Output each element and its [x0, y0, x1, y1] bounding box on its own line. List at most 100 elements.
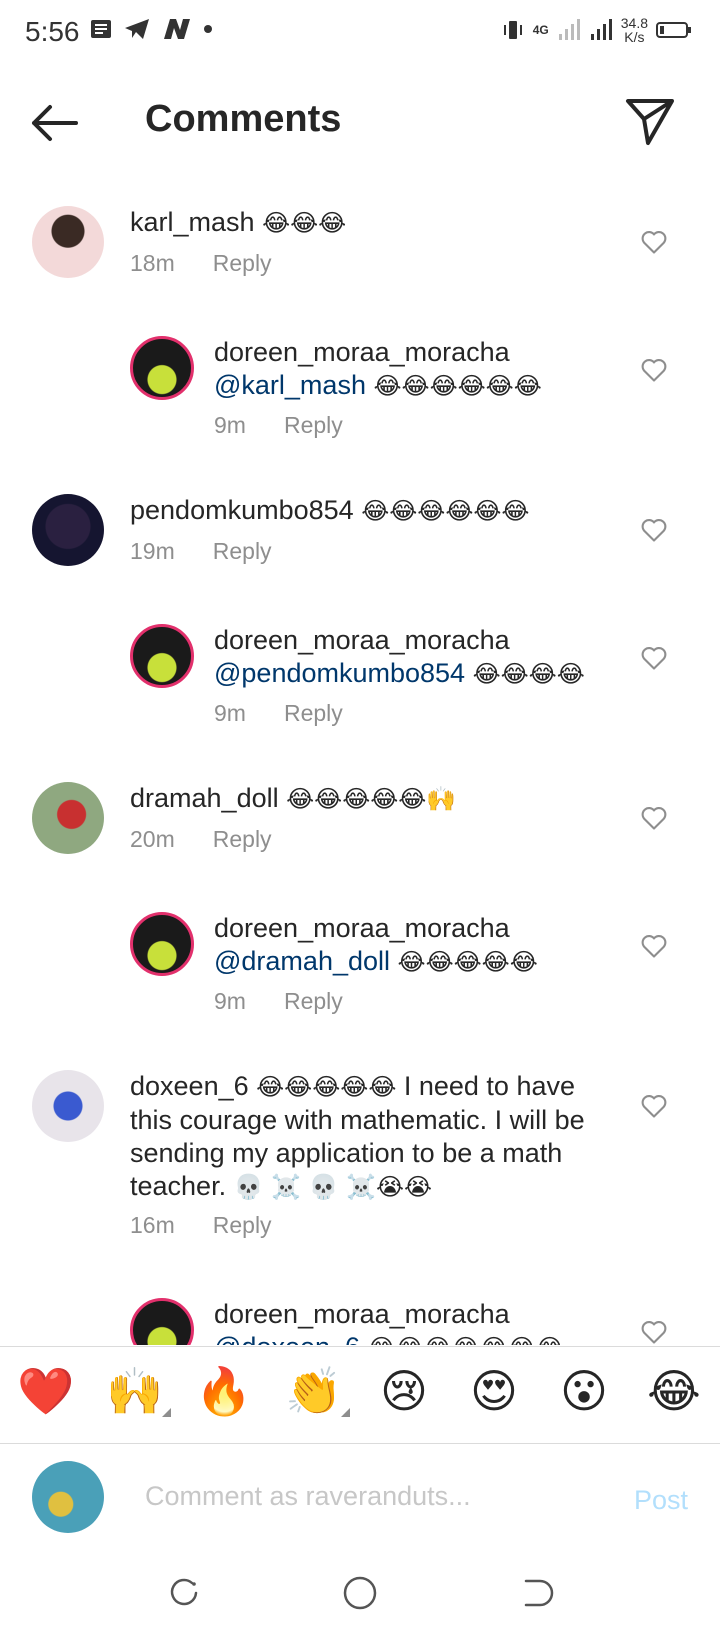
like-heart-icon[interactable] — [640, 804, 668, 832]
comment-emojis: 💀 ☠️ 💀 ☠️😭😭 — [233, 1173, 433, 1201]
notification-icon — [91, 20, 111, 38]
heart-reaction-button[interactable]: ❤️ — [16, 1361, 76, 1421]
laughing-reaction-button[interactable]: 😂 — [644, 1361, 704, 1421]
network-type: 4G — [532, 23, 549, 37]
comment-emojis: 😂😂😂 — [262, 209, 347, 237]
page-title: Comments — [145, 98, 342, 140]
status-bar: 5:56 4G 34.8 K/s — [0, 0, 720, 70]
comment-input[interactable]: Comment as raverandutѕ... — [145, 1481, 471, 1512]
comment-text: doxeen_6 😂😂😂😂😂 I need to have this coura… — [130, 1070, 630, 1204]
like-heart-icon[interactable] — [640, 1092, 668, 1120]
raised-hands-reaction-button[interactable]: 🙌 — [105, 1361, 171, 1421]
mention-link[interactable]: @dramah_doll — [214, 946, 390, 976]
avatar[interactable] — [32, 206, 104, 278]
avatar[interactable] — [32, 782, 104, 854]
like-heart-icon[interactable] — [640, 356, 668, 384]
comment-body-line: I need to have — [396, 1071, 575, 1101]
comment-body-line: this courage with mathematic. I will be — [130, 1105, 585, 1135]
like-heart-icon[interactable] — [640, 1318, 668, 1345]
comment-emojis: 😂😂😂😂😂😂 — [373, 372, 542, 400]
reply-button[interactable]: Reply — [284, 412, 343, 439]
comment-username[interactable]: dramah_doll — [130, 783, 279, 813]
network-speed: 34.8 K/s — [620, 15, 648, 45]
more-variants-icon — [162, 1408, 171, 1417]
quick-reaction-bar: ❤️ 🙌 🔥 👏 😢 😍 😮 😂 — [0, 1346, 720, 1444]
comment-time: 9m — [214, 412, 246, 438]
avatar[interactable] — [130, 336, 194, 400]
reply-button[interactable]: Reply — [213, 1212, 272, 1239]
vibrate-icon — [503, 21, 522, 39]
avatar[interactable] — [130, 912, 194, 976]
recent-apps-icon[interactable] — [166, 1575, 202, 1611]
avatar[interactable] — [130, 624, 194, 688]
signal-icon-1 — [558, 19, 580, 40]
status-time: 5:56 — [25, 16, 80, 47]
comment-time: 9m — [214, 700, 246, 726]
comment-text: doreen_moraa_moracha @doxeen_6 😂😂😂😂😂😂😂 — [214, 1298, 564, 1345]
comment-time: 9m — [214, 988, 246, 1014]
avatar[interactable] — [32, 494, 104, 566]
comment-meta: 19m Reply — [130, 538, 272, 565]
reply-item: doreen_moraa_moracha @dramah_doll 😂😂😂😂😂 … — [0, 912, 720, 1032]
reply-item: doreen_moraa_moracha @pendomkumbo854 😂😂😂… — [0, 624, 720, 744]
mention-link[interactable]: @pendomkumbo854 — [214, 658, 465, 688]
post-button[interactable]: Post — [634, 1485, 688, 1516]
fire-reaction-button[interactable]: 🔥 — [194, 1361, 254, 1421]
comment-text: dramah_doll 😂😂😂😂😂🙌 — [130, 782, 456, 816]
comment-body-line: teacher. — [130, 1171, 234, 1201]
header: Comments — [0, 75, 720, 175]
reply-button[interactable]: Reply — [213, 826, 272, 853]
comments-list[interactable]: karl_mash 😂😂😂 18m Reply doreen_moraa_mor… — [0, 190, 720, 1345]
heart-eyes-reaction-button[interactable]: 😍 — [464, 1361, 524, 1421]
like-heart-icon[interactable] — [640, 228, 668, 256]
comment-username[interactable]: doxeen_6 — [130, 1071, 249, 1101]
comment-text: doreen_moraa_moracha @dramah_doll 😂😂😂😂😂 — [214, 912, 538, 979]
comment-emojis: 😂😂😂😂 — [472, 660, 585, 688]
mention-link[interactable]: @doxeen_6 — [214, 1332, 360, 1345]
back-arrow-icon[interactable] — [28, 101, 80, 145]
like-heart-icon[interactable] — [640, 644, 668, 672]
reply-button[interactable]: Reply — [284, 700, 343, 727]
comment-emojis: 😂😂😂😂😂😂😂 — [368, 1334, 564, 1345]
telegram-icon — [125, 19, 149, 39]
comment-username[interactable]: doreen_moraa_moracha — [214, 336, 542, 369]
back-nav-icon[interactable] — [518, 1575, 554, 1611]
comment-username[interactable]: doreen_moraa_moracha — [214, 1298, 564, 1331]
status-left-icons — [90, 18, 212, 40]
comment-username[interactable]: doreen_moraa_moracha — [214, 912, 538, 945]
reply-button[interactable]: Reply — [213, 250, 272, 277]
comment-meta: 16m Reply — [130, 1212, 272, 1239]
status-right-icons: 4G 34.8 K/s — [501, 16, 692, 44]
comment-time: 18m — [130, 250, 175, 276]
surprised-reaction-button[interactable]: 😮 — [554, 1361, 614, 1421]
comment-composer: Comment as raverandutѕ... Post — [0, 1443, 720, 1553]
avatar[interactable] — [130, 1298, 194, 1345]
mention-link[interactable]: @karl_mash — [214, 370, 366, 400]
send-icon[interactable] — [624, 95, 676, 147]
comment-text: pendomkumbo854 😂😂😂😂😂😂 — [130, 494, 529, 528]
comment-meta: 18m Reply — [130, 250, 272, 277]
reply-button[interactable]: Reply — [213, 538, 272, 565]
comment-item: pendomkumbo854 😂😂😂😂😂😂 19m Reply — [0, 494, 720, 604]
dot-icon — [204, 25, 212, 33]
battery-icon — [656, 22, 691, 38]
reply-button[interactable]: Reply — [284, 988, 343, 1015]
comment-username[interactable]: doreen_moraa_moracha — [214, 624, 585, 657]
user-avatar[interactable] — [32, 1461, 104, 1533]
clap-reaction-button[interactable]: 👏 — [284, 1361, 350, 1421]
comment-meta: 20m Reply — [130, 826, 272, 853]
comment-emojis: 😂😂😂😂😂🙌 — [286, 785, 457, 813]
like-heart-icon[interactable] — [640, 932, 668, 960]
comment-item: doxeen_6 😂😂😂😂😂 I need to have this coura… — [0, 1070, 720, 1250]
crying-reaction-button[interactable]: 😢 — [374, 1361, 434, 1421]
home-icon[interactable] — [342, 1575, 378, 1611]
n-app-icon — [164, 19, 190, 39]
comment-username[interactable]: pendomkumbo854 — [130, 495, 354, 525]
comment-username[interactable]: karl_mash — [130, 207, 255, 237]
reply-item: doreen_moraa_moracha @karl_mash 😂😂😂😂😂😂 9… — [0, 336, 720, 456]
comment-emojis: 😂😂😂😂😂 — [397, 948, 538, 976]
comment-time: 19m — [130, 538, 175, 564]
comment-time: 20m — [130, 826, 175, 852]
avatar[interactable] — [32, 1070, 104, 1142]
like-heart-icon[interactable] — [640, 516, 668, 544]
